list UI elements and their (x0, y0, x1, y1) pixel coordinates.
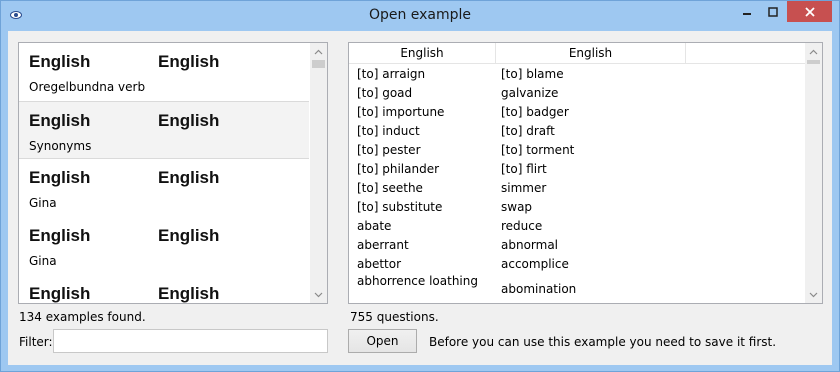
chevron-down-icon (314, 292, 323, 297)
table-cell: abhorrence loathing (357, 274, 478, 288)
table-cell: abnormal (501, 238, 559, 252)
scroll-thumb[interactable] (312, 60, 325, 68)
filter-input[interactable] (53, 329, 328, 353)
table-row[interactable]: abhorrence loathing abomination (349, 273, 807, 303)
minimize-button[interactable] (734, 1, 760, 22)
example-name: Oregelbundna verb (29, 80, 146, 94)
table-header: English English (349, 43, 807, 64)
close-icon (804, 6, 815, 17)
table-cell: [to] goad (357, 86, 413, 100)
table-cell: abate (357, 219, 392, 233)
table-cell: abettor (357, 257, 402, 271)
example-language-a: English (29, 52, 91, 71)
example-language-b: English (158, 226, 220, 245)
table-cell: aberrant (357, 238, 409, 252)
table-cell: reduce (501, 219, 543, 233)
chevron-up-icon (809, 49, 818, 54)
table-cell: swap (501, 200, 533, 214)
examples-scrollbar[interactable] (310, 43, 327, 303)
example-language-a: English (29, 111, 91, 130)
table-cell: [to] induct (357, 124, 420, 138)
table-cell: [to] flirt (501, 162, 547, 176)
table-cell: [to] draft (501, 124, 555, 138)
questions-table[interactable]: English English [to] arraign [to] blame … (348, 42, 823, 304)
scroll-thumb[interactable] (807, 60, 820, 64)
example-language-a: English (29, 226, 91, 245)
table-row[interactable]: [to] goad galvanize (349, 83, 807, 102)
table-row[interactable]: [to] pester [to] torment (349, 140, 807, 159)
table-cell: [to] philander (357, 162, 440, 176)
close-button[interactable] (787, 1, 832, 22)
table-row[interactable]: [to] seethe simmer (349, 178, 807, 197)
questions-scrollbar[interactable] (805, 43, 822, 303)
column-header[interactable]: English (496, 43, 686, 63)
example-language-a: English (29, 284, 91, 303)
table-row[interactable]: [to] philander [to] flirt (349, 159, 807, 178)
example-language-b: English (158, 168, 220, 187)
table-row[interactable]: [to] arraign [to] blame (349, 64, 807, 83)
list-item[interactable]: English English Gina (19, 217, 309, 275)
table-cell: galvanize (501, 86, 559, 100)
table-cell: [to] substitute (357, 200, 443, 214)
example-name: Gina (29, 196, 57, 210)
list-item-selected[interactable]: English English Synonyms (19, 101, 309, 159)
examples-list[interactable]: English English Oregelbundna verb Englis… (18, 42, 328, 304)
list-item[interactable]: English English Oregelbundna verb (19, 43, 309, 101)
table-row[interactable]: [to] induct [to] draft (349, 121, 807, 140)
table-cell: accomplice (501, 257, 569, 271)
chevron-up-icon (314, 49, 323, 54)
list-item[interactable]: English English Gina (19, 159, 309, 217)
save-hint-text: Before you can use this example you need… (429, 335, 777, 349)
table-cell: [to] arraign (357, 67, 426, 81)
table-row[interactable]: [to] importune [to] badger (349, 102, 807, 121)
table-cell: [to] torment (501, 143, 575, 157)
table-cell: simmer (501, 181, 547, 195)
example-language-b: English (158, 284, 220, 303)
table-cell: [to] pester (357, 143, 421, 157)
table-cell: [to] importune (357, 105, 445, 119)
example-name: Synonyms (29, 139, 92, 153)
open-button[interactable]: Open (348, 329, 417, 353)
scroll-up-button[interactable] (805, 43, 822, 60)
maximize-icon (768, 6, 778, 17)
scroll-up-button[interactable] (310, 43, 327, 60)
scroll-down-button[interactable] (805, 286, 822, 303)
dialog-content: English English Oregelbundna verb Englis… (8, 31, 832, 365)
table-row[interactable]: aberrant abnormal (349, 235, 807, 254)
table-cell: abomination (501, 282, 577, 296)
table-cell: [to] badger (501, 105, 569, 119)
table-row[interactable]: abettor accomplice (349, 254, 807, 273)
minimize-icon (743, 12, 751, 15)
window-title: Open example (368, 7, 472, 23)
table-cell: [to] seethe (357, 181, 423, 195)
example-name: Gina (29, 254, 57, 268)
questions-count: 755 questions. (350, 310, 439, 324)
chevron-down-icon (809, 292, 818, 297)
table-cell: [to] blame (501, 67, 564, 81)
maximize-button[interactable] (760, 1, 786, 22)
list-item[interactable]: English English (19, 275, 309, 303)
example-language-a: English (29, 168, 91, 187)
example-language-b: English (158, 52, 220, 71)
column-header[interactable] (686, 43, 807, 63)
title-bar[interactable]: Open example (1, 1, 839, 31)
column-header[interactable]: English (349, 43, 496, 63)
scroll-down-button[interactable] (310, 286, 327, 303)
examples-count: 134 examples found. (19, 310, 146, 324)
filter-label: Filter: (19, 335, 53, 349)
example-language-b: English (158, 111, 220, 130)
open-example-window: Open example English English Oregelbundn… (0, 0, 840, 372)
